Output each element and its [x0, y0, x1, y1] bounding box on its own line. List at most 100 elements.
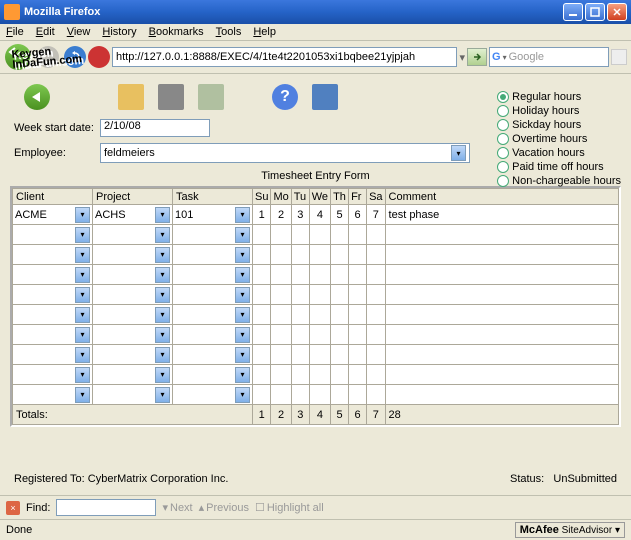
menu-view[interactable]: View [67, 26, 91, 38]
col-we[interactable]: We [309, 189, 330, 205]
col-tu[interactable]: Tu [291, 189, 309, 205]
comment-cell[interactable] [385, 385, 618, 405]
cell-select[interactable]: ▾ [173, 365, 252, 384]
comment-cell[interactable] [385, 325, 618, 345]
day-cell[interactable] [331, 345, 349, 365]
cell-select[interactable]: ACHS▾ [93, 205, 172, 224]
folder-icon[interactable] [118, 84, 144, 110]
day-cell[interactable] [253, 385, 271, 405]
day-cell[interactable] [367, 225, 385, 245]
cell-select[interactable]: ▾ [13, 225, 92, 244]
week-start-input[interactable]: 2/10/08 [100, 119, 210, 137]
cell-select[interactable]: ▾ [93, 345, 172, 364]
menu-tools[interactable]: Tools [216, 26, 242, 38]
day-cell[interactable] [271, 365, 291, 385]
cell-select[interactable]: ▾ [173, 265, 252, 284]
day-cell[interactable] [291, 245, 309, 265]
day-cell[interactable]: 1 [253, 205, 271, 225]
cell-select[interactable]: ▾ [93, 305, 172, 324]
employee-select[interactable]: feldmeiers ▾ [100, 143, 470, 163]
day-cell[interactable] [271, 345, 291, 365]
day-cell[interactable] [367, 245, 385, 265]
day-cell[interactable] [271, 225, 291, 245]
cell-select[interactable]: ▾ [13, 245, 92, 264]
col-sa[interactable]: Sa [367, 189, 385, 205]
col-client[interactable]: Client [13, 189, 93, 205]
day-cell[interactable] [349, 305, 367, 325]
cell-select[interactable]: ▾ [93, 365, 172, 384]
help-icon[interactable]: ? [272, 84, 298, 110]
col-fr[interactable]: Fr [349, 189, 367, 205]
day-cell[interactable] [349, 345, 367, 365]
day-cell[interactable] [367, 265, 385, 285]
cell-select[interactable]: ▾ [173, 285, 252, 304]
day-cell[interactable] [349, 365, 367, 385]
minimize-button[interactable] [563, 3, 583, 21]
day-cell[interactable]: 6 [349, 205, 367, 225]
day-cell[interactable] [367, 365, 385, 385]
cell-select[interactable]: ▾ [13, 285, 92, 304]
cell-select[interactable]: ▾ [173, 245, 252, 264]
menu-edit[interactable]: Edit [36, 26, 55, 38]
cell-select[interactable]: ACME▾ [13, 205, 92, 224]
radio-nonchargeable[interactable]: Non-chargeable hours [497, 174, 621, 188]
col-comment[interactable]: Comment [385, 189, 618, 205]
day-cell[interactable] [331, 265, 349, 285]
reload-button[interactable] [64, 46, 86, 68]
day-cell[interactable] [367, 345, 385, 365]
day-cell[interactable] [309, 365, 330, 385]
radio-overtime[interactable]: Overtime hours [497, 132, 621, 146]
close-button[interactable] [607, 3, 627, 21]
menu-bookmarks[interactable]: Bookmarks [149, 26, 204, 38]
day-cell[interactable] [271, 325, 291, 345]
radio-sickday[interactable]: Sickday hours [497, 118, 621, 132]
mcafee-siteadvisor[interactable]: McAfee SiteAdvisor ▾ [515, 522, 625, 538]
address-bar[interactable]: http://127.0.0.1:8888/EXEC/4/1te4t220105… [112, 47, 457, 67]
col-task[interactable]: Task [173, 189, 253, 205]
stop-button[interactable] [88, 46, 110, 68]
day-cell[interactable] [271, 245, 291, 265]
day-cell[interactable] [291, 365, 309, 385]
day-cell[interactable] [309, 265, 330, 285]
col-th[interactable]: Th [331, 189, 349, 205]
cell-select[interactable]: ▾ [13, 305, 92, 324]
day-cell[interactable] [253, 365, 271, 385]
search-go-icon[interactable] [611, 49, 627, 65]
cell-select[interactable]: ▾ [13, 345, 92, 364]
forward-button[interactable] [34, 43, 62, 71]
cell-select[interactable]: ▾ [173, 225, 252, 244]
day-cell[interactable]: 4 [309, 205, 330, 225]
cell-select[interactable]: ▾ [93, 285, 172, 304]
day-cell[interactable] [253, 245, 271, 265]
day-cell[interactable] [309, 345, 330, 365]
day-cell[interactable]: 5 [331, 205, 349, 225]
day-cell[interactable] [349, 285, 367, 305]
day-cell[interactable] [367, 285, 385, 305]
day-cell[interactable] [331, 325, 349, 345]
day-cell[interactable] [309, 245, 330, 265]
day-cell[interactable] [331, 285, 349, 305]
cell-select[interactable]: ▾ [173, 305, 252, 324]
cell-select[interactable]: ▾ [173, 325, 252, 344]
day-cell[interactable] [291, 325, 309, 345]
day-cell[interactable]: 7 [367, 205, 385, 225]
save-icon[interactable] [312, 84, 338, 110]
col-su[interactable]: Su [253, 189, 271, 205]
comment-cell[interactable] [385, 285, 618, 305]
radio-vacation[interactable]: Vacation hours [497, 146, 621, 160]
cell-select[interactable]: ▾ [93, 245, 172, 264]
print-icon[interactable] [158, 84, 184, 110]
day-cell[interactable] [253, 305, 271, 325]
comment-cell[interactable] [385, 245, 618, 265]
day-cell[interactable] [349, 325, 367, 345]
day-cell[interactable] [349, 265, 367, 285]
find-next-button[interactable]: ▾Next [162, 501, 192, 514]
day-cell[interactable] [309, 325, 330, 345]
cell-select[interactable]: ▾ [93, 385, 172, 404]
day-cell[interactable] [253, 325, 271, 345]
grid-icon[interactable] [198, 84, 224, 110]
menu-history[interactable]: History [102, 26, 136, 38]
cell-select[interactable]: ▾ [13, 265, 92, 284]
menu-file[interactable]: File [6, 26, 24, 38]
day-cell[interactable] [291, 265, 309, 285]
